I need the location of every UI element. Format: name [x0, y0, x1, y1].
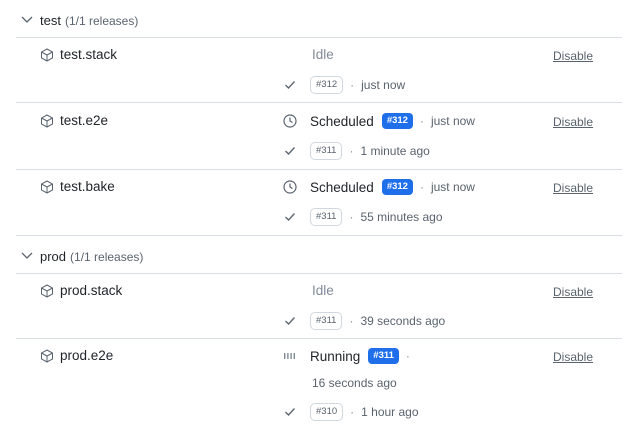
- group-release-count: (1/1 releases): [70, 249, 144, 264]
- timestamp: just now: [430, 114, 475, 128]
- package-icon: [41, 113, 53, 128]
- previous-release: #311 · 1 minute ago: [282, 142, 430, 160]
- divider: [16, 169, 622, 170]
- release-badge[interactable]: #311: [310, 142, 343, 160]
- check-icon: [282, 143, 298, 159]
- previous-release: #311 · 55 minutes ago: [282, 208, 443, 226]
- stage-status: Idle: [312, 47, 334, 62]
- check-icon: [282, 77, 298, 93]
- divider: [16, 338, 622, 339]
- disable-button[interactable]: Disable: [553, 350, 593, 364]
- timestamp: 39 seconds ago: [360, 314, 446, 328]
- check-icon: [282, 404, 298, 420]
- current-release: Scheduled #312 · just now: [282, 113, 475, 129]
- clock-icon: [282, 113, 298, 129]
- group-release-count: (1/1 releases): [64, 13, 139, 28]
- group-name: prod (1/1 releases): [40, 248, 144, 264]
- current-release: Running #311 ·: [282, 348, 417, 364]
- timestamp: 1 minute ago: [360, 144, 430, 158]
- group-header-test[interactable]: test (1/1 releases): [0, 2, 630, 38]
- group-name: test (1/1 releases): [40, 12, 139, 28]
- disable-button[interactable]: Disable: [553, 49, 593, 63]
- status-text: Scheduled: [310, 179, 374, 195]
- running-bars-icon: [282, 348, 298, 364]
- status-text: Idle: [312, 47, 334, 62]
- disable-button[interactable]: Disable: [553, 115, 593, 129]
- stage-name-test-e2e[interactable]: test.e2e: [40, 113, 108, 128]
- status-text: Running: [310, 348, 361, 364]
- stage-name-test-stack[interactable]: test.stack: [40, 47, 117, 62]
- release-badge[interactable]: #312: [381, 179, 413, 195]
- timestamp: 16 seconds ago: [312, 376, 397, 390]
- chevron-down-icon[interactable]: [20, 14, 34, 26]
- divider: [16, 37, 622, 38]
- package-icon: [41, 47, 53, 62]
- previous-release: #311 · 39 seconds ago: [282, 312, 445, 330]
- divider: [16, 273, 622, 274]
- current-release: Scheduled #312 · just now: [282, 179, 475, 195]
- disable-button[interactable]: Disable: [553, 285, 593, 299]
- stage-name-prod-stack[interactable]: prod.stack: [40, 283, 122, 298]
- release-badge[interactable]: #311: [310, 312, 343, 330]
- check-icon: [282, 313, 298, 329]
- release-badge[interactable]: #312: [310, 76, 344, 94]
- timestamp: just now: [361, 78, 406, 92]
- timestamp: 1 hour ago: [361, 405, 419, 419]
- package-icon: [41, 348, 53, 363]
- status-text: Scheduled: [310, 113, 374, 129]
- divider: [16, 235, 622, 236]
- previous-release: #312 · just now: [282, 76, 405, 94]
- package-icon: [41, 283, 53, 298]
- release-badge[interactable]: #311: [310, 208, 343, 226]
- release-badge[interactable]: #310: [310, 403, 344, 421]
- status-text: Idle: [312, 283, 334, 298]
- group-header-prod[interactable]: prod (1/1 releases): [0, 238, 630, 274]
- timestamp: 55 minutes ago: [360, 210, 443, 224]
- clock-icon: [282, 179, 298, 195]
- chevron-down-icon[interactable]: [20, 250, 34, 262]
- divider: [16, 102, 622, 103]
- previous-release: #310 · 1 hour ago: [282, 403, 419, 421]
- package-icon: [41, 179, 53, 194]
- disable-button[interactable]: Disable: [553, 181, 593, 195]
- timestamp: just now: [430, 180, 475, 194]
- stage-name-prod-e2e[interactable]: prod.e2e: [40, 348, 113, 363]
- stage-name-test-bake[interactable]: test.bake: [40, 179, 115, 194]
- release-badge[interactable]: #311: [368, 348, 399, 364]
- stage-status: Idle: [312, 283, 334, 298]
- release-badge[interactable]: #312: [381, 113, 413, 129]
- check-icon: [282, 209, 298, 225]
